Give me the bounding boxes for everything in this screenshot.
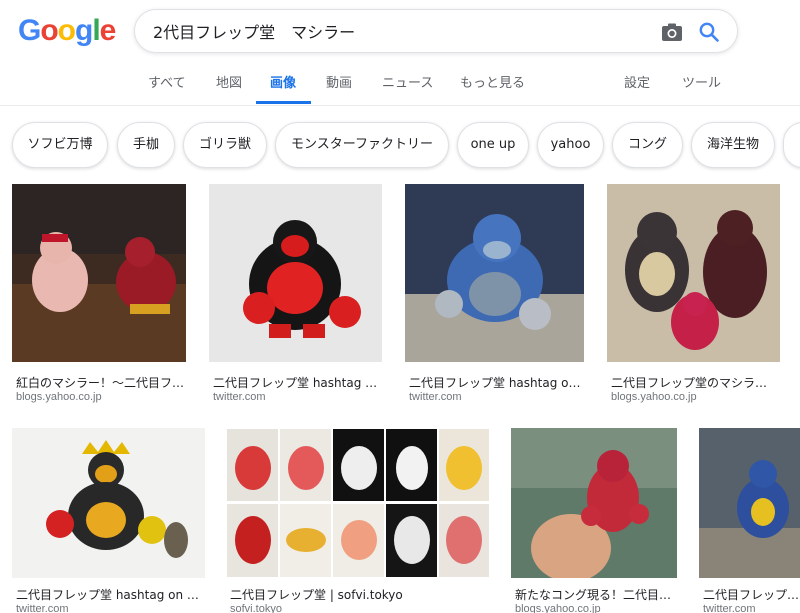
tab-all[interactable]: すべて bbox=[148, 72, 186, 91]
logo-letter: e bbox=[99, 14, 117, 47]
chip[interactable]: yahoo bbox=[537, 122, 604, 168]
result-caption: 二代目フレップ堂 hashtag on T… bbox=[16, 588, 203, 602]
chip[interactable]: ソフビ万博 bbox=[12, 122, 108, 168]
search-input[interactable] bbox=[153, 10, 633, 52]
logo-letter: o bbox=[57, 14, 76, 47]
result-source: twitter.com bbox=[703, 603, 756, 613]
result-source: twitter.com bbox=[213, 391, 266, 403]
search-box bbox=[134, 9, 738, 53]
image-result[interactable]: 二代目フレップ堂 | sofvi.tokyo sofvi.tokyo bbox=[226, 428, 490, 613]
result-thumbnail[interactable] bbox=[12, 184, 186, 362]
logo-letter: g bbox=[75, 14, 93, 47]
result-caption: 二代目フレップ堂のマシラー… bbox=[611, 376, 778, 390]
chip[interactable]: 海洋生物 bbox=[691, 122, 775, 168]
search-tabs: すべて 地図 画像 動画 ニュース もっと見る 設定 ツール bbox=[0, 62, 800, 106]
chip[interactable]: コング bbox=[612, 122, 683, 168]
result-source: blogs.yahoo.co.jp bbox=[16, 391, 102, 403]
result-caption: 二代目フレップ… bbox=[703, 588, 800, 602]
result-thumbnail[interactable] bbox=[226, 428, 490, 578]
search-icon[interactable] bbox=[697, 20, 721, 44]
result-thumbnail[interactable] bbox=[209, 184, 382, 362]
result-caption: 紅白のマシラー！〜二代目フ… bbox=[16, 376, 184, 390]
tab-more[interactable]: もっと見る bbox=[460, 72, 525, 91]
result-caption: 二代目フレップ堂 | sofvi.tokyo bbox=[230, 588, 403, 602]
result-source: twitter.com bbox=[409, 391, 462, 403]
chip[interactable]: one up bbox=[457, 122, 529, 168]
image-result[interactable]: 二代目フレップ堂のマシラー… blogs.yahoo.co.jp bbox=[607, 184, 780, 416]
result-caption: 二代目フレップ堂 hashtag on … bbox=[409, 376, 582, 390]
chip-overflow[interactable] bbox=[783, 122, 800, 168]
result-thumbnail[interactable] bbox=[607, 184, 780, 362]
tab-news[interactable]: ニュース bbox=[382, 72, 433, 91]
tab-settings[interactable]: 設定 bbox=[624, 72, 650, 91]
result-thumbnail[interactable] bbox=[12, 428, 205, 578]
google-logo[interactable]: Google bbox=[18, 14, 117, 48]
image-result[interactable]: 二代目フレップ堂 hashtag o… twitter.com bbox=[209, 184, 382, 416]
chip[interactable]: ゴリラ獣 bbox=[183, 122, 267, 168]
result-thumbnail[interactable] bbox=[405, 184, 584, 362]
result-thumbnail[interactable] bbox=[699, 428, 800, 578]
tab-images[interactable]: 画像 bbox=[270, 72, 296, 91]
result-source: sofvi.tokyo bbox=[230, 603, 282, 613]
image-result[interactable]: 紅白のマシラー！〜二代目フ… blogs.yahoo.co.jp bbox=[12, 184, 186, 416]
header-divider bbox=[0, 105, 800, 106]
chip[interactable]: 手枷 bbox=[117, 122, 175, 168]
result-source: twitter.com bbox=[16, 603, 69, 613]
image-result[interactable]: 二代目フレップ堂 hashtag on … twitter.com bbox=[405, 184, 584, 416]
result-source: blogs.yahoo.co.jp bbox=[611, 391, 697, 403]
result-source: blogs.yahoo.co.jp bbox=[515, 603, 601, 613]
logo-letter: G bbox=[18, 14, 41, 47]
result-caption: 新たなコング現る！二代目フ… bbox=[515, 588, 675, 602]
tab-tools[interactable]: ツール bbox=[682, 72, 721, 91]
result-thumbnail[interactable] bbox=[511, 428, 677, 578]
result-caption: 二代目フレップ堂 hashtag o… bbox=[213, 376, 380, 390]
logo-letter: o bbox=[40, 14, 58, 47]
image-result[interactable]: 新たなコング現る！二代目フ… blogs.yahoo.co.jp bbox=[511, 428, 677, 613]
chip[interactable]: モンスターファクトリー bbox=[275, 122, 449, 168]
image-result[interactable]: 二代目フレップ堂 hashtag on T… twitter.com bbox=[12, 428, 205, 613]
camera-icon[interactable] bbox=[661, 21, 683, 43]
image-result[interactable]: 二代目フレップ… twitter.com bbox=[699, 428, 800, 613]
logo-letter: l bbox=[92, 14, 100, 47]
tab-maps[interactable]: 地図 bbox=[216, 72, 242, 91]
related-chips: ソフビ万博 手枷 ゴリラ獣 モンスターファクトリー one up yahoo コ… bbox=[0, 118, 800, 174]
active-tab-indicator bbox=[256, 101, 311, 104]
tab-videos[interactable]: 動画 bbox=[326, 72, 352, 91]
